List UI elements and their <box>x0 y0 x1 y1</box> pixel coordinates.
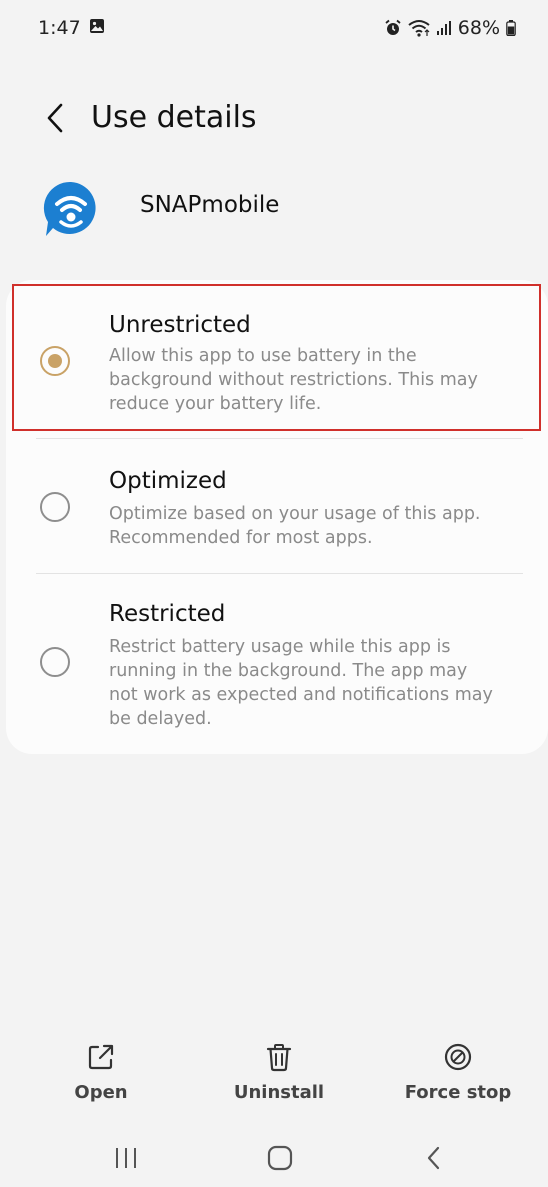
alarm-icon <box>384 19 402 37</box>
radio-unrestricted[interactable] <box>40 346 70 376</box>
option-optimized[interactable]: Optimized Optimize based on your usage o… <box>6 440 548 572</box>
gallery-notification-icon <box>89 17 105 39</box>
bottom-actions: Open Uninstall Force stop <box>0 1038 548 1118</box>
radio-restricted[interactable] <box>40 647 70 677</box>
home-icon <box>267 1145 293 1171</box>
option-title: Unrestricted <box>109 312 251 338</box>
snapmobile-app-icon <box>42 180 100 238</box>
divider <box>36 573 523 574</box>
status-left: 1:47 <box>38 17 105 39</box>
status-right: 68% <box>384 17 516 39</box>
radio-optimized[interactable] <box>40 492 70 522</box>
open-external-icon <box>88 1044 114 1070</box>
wifi-icon <box>408 19 430 37</box>
option-description: Allow this app to use battery in the bac… <box>109 346 478 414</box>
app-info-row: SNAPmobile <box>0 175 548 239</box>
open-button[interactable]: Open <box>31 1038 171 1118</box>
page-title: Use details <box>91 100 257 135</box>
recent-apps-icon <box>116 1148 136 1168</box>
option-unrestricted[interactable]: Unrestricted Allow this app to use batte… <box>6 280 548 436</box>
option-description: Optimize based on your usage of this app… <box>109 504 481 548</box>
uninstall-button[interactable]: Uninstall <box>209 1038 349 1118</box>
option-restricted[interactable]: Restricted Restrict battery usage while … <box>6 575 548 754</box>
signal-icon <box>436 20 452 36</box>
force-stop-icon <box>444 1043 472 1071</box>
nav-back-button[interactable] <box>404 1140 464 1176</box>
chevron-left-icon <box>47 103 63 133</box>
uninstall-label: Uninstall <box>233 1082 325 1103</box>
option-title: Optimized <box>109 468 227 494</box>
force-stop-label: Force stop <box>404 1082 512 1103</box>
app-name: SNAPmobile <box>140 192 280 218</box>
home-button[interactable] <box>250 1140 310 1176</box>
app-bar: Use details <box>0 90 548 146</box>
force-stop-button[interactable]: Force stop <box>388 1038 528 1118</box>
open-label: Open <box>74 1082 128 1103</box>
option-description: Restrict battery usage while this app is… <box>109 637 493 729</box>
back-icon <box>427 1146 440 1170</box>
divider <box>36 438 523 439</box>
recent-apps-button[interactable] <box>96 1140 156 1176</box>
status-time: 1:47 <box>38 17 81 39</box>
battery-percent: 68% <box>457 17 500 39</box>
back-button[interactable] <box>38 98 72 138</box>
trash-icon <box>266 1044 292 1072</box>
battery-icon <box>506 20 516 36</box>
status-bar: 1:47 68% <box>0 0 548 56</box>
option-title: Restricted <box>109 601 226 627</box>
battery-options-card: Unrestricted Allow this app to use batte… <box>6 280 548 754</box>
system-nav-bar <box>0 1130 548 1187</box>
